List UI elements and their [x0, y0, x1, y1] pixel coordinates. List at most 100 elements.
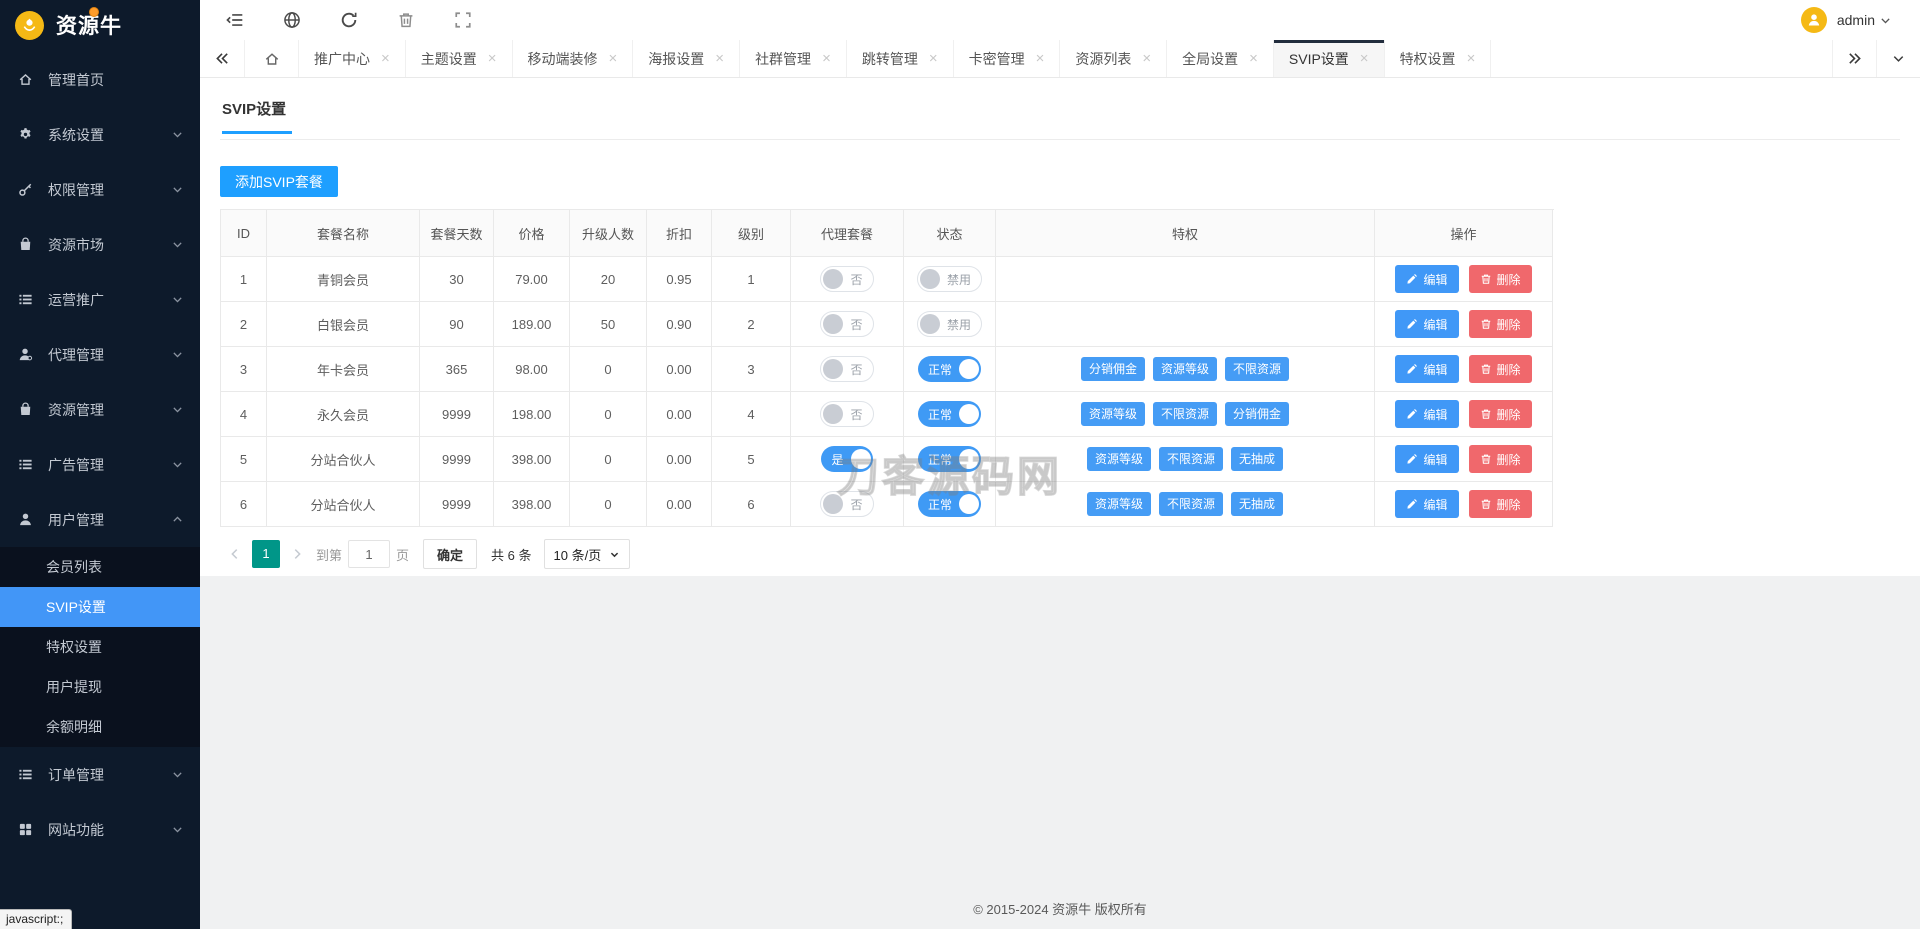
refresh-icon[interactable] [340, 11, 358, 29]
close-tab-icon[interactable]: × [1036, 51, 1045, 66]
tab-options-button[interactable] [1876, 40, 1920, 77]
close-tab-icon[interactable]: × [609, 51, 618, 66]
tab-卡密管理[interactable]: 卡密管理 × [954, 40, 1061, 77]
scroll-tabs-left-button[interactable] [200, 40, 245, 77]
sidebar-item-operation-promotion[interactable]: 运营推广 [0, 272, 200, 327]
fullscreen-icon[interactable] [454, 11, 472, 29]
close-tab-icon[interactable]: × [1467, 51, 1476, 66]
current-page-button[interactable]: 1 [252, 540, 280, 568]
close-tab-icon[interactable]: × [1360, 51, 1369, 66]
sidebar-item-system-settings[interactable]: 系统设置 [0, 107, 200, 162]
sidebar-subitem-balance-details[interactable]: 余额明细 [0, 707, 200, 747]
close-tab-icon[interactable]: × [381, 51, 390, 66]
goto-page-input[interactable] [348, 540, 391, 568]
cell-upgrade-count: 0 [570, 392, 647, 437]
sidebar-subitem-member-list[interactable]: 会员列表 [0, 547, 200, 587]
delete-button[interactable]: 删除 [1468, 490, 1532, 518]
edit-button[interactable]: 编辑 [1395, 400, 1459, 428]
sidebar-item-permission-management[interactable]: 权限管理 [0, 162, 200, 217]
panel-header: SVIP设置 [220, 78, 1900, 140]
close-tab-icon[interactable]: × [929, 51, 938, 66]
tab-跳转管理[interactable]: 跳转管理 × [847, 40, 954, 77]
cell-privileges: 资源等级 不限资源 无抽成 [996, 482, 1375, 527]
sidebar-item-admin-home[interactable]: 管理首页 [0, 52, 200, 107]
cell-agent-package: 否 [791, 392, 904, 437]
sidebar-subitem-svip-settings[interactable]: SVIP设置 [0, 587, 200, 627]
agent-package-toggle[interactable]: 否 [820, 266, 874, 292]
scroll-tabs-right-button[interactable] [1832, 40, 1876, 77]
status-toggle[interactable]: 禁用 [916, 311, 982, 337]
user-dropdown[interactable]: admin [1800, 7, 1920, 33]
tab-特权设置[interactable]: 特权设置 × [1385, 40, 1492, 77]
content-panel: SVIP设置 添加SVIP套餐 ID 套餐名称 套餐天数 价格 升级人数 折扣 级别 代理套餐… [200, 78, 1920, 576]
sidebar-item-label: 网站功能 [48, 821, 104, 838]
confirm-page-button[interactable]: 确定 [423, 539, 478, 569]
trash-icon [1481, 454, 1490, 464]
column-header: 套餐天数 [420, 210, 494, 257]
tab-社群管理[interactable]: 社群管理 × [740, 40, 847, 77]
prev-page-button[interactable] [222, 540, 248, 568]
privilege-tag: 无抽成 [1231, 447, 1284, 471]
cell-status: 正常 [904, 347, 996, 392]
status-toggle[interactable]: 正常 [917, 446, 981, 472]
home-icon [18, 72, 34, 88]
delete-button[interactable]: 删除 [1468, 445, 1532, 473]
close-tab-icon[interactable]: × [1142, 51, 1151, 66]
status-toggle[interactable]: 正常 [917, 401, 981, 427]
edit-button[interactable]: 编辑 [1395, 355, 1459, 383]
username: admin [1836, 12, 1875, 28]
sidebar-item-agent-management[interactable]: 代理管理 [0, 327, 200, 382]
tab-label: 社群管理 [755, 50, 812, 67]
close-tab-icon[interactable]: × [488, 51, 497, 66]
sidebar-item-ad-management[interactable]: 广告管理 [0, 437, 200, 492]
sidebar-item-resource-market[interactable]: 资源市场 [0, 217, 200, 272]
collapse-sidebar-icon[interactable] [226, 11, 244, 29]
close-tab-icon[interactable]: × [1249, 51, 1258, 66]
sidebar-item-resource-management[interactable]: 资源管理 [0, 382, 200, 437]
edit-button[interactable]: 编辑 [1395, 310, 1459, 338]
delete-button[interactable]: 删除 [1468, 310, 1532, 338]
status-toggle[interactable]: 禁用 [916, 266, 982, 292]
agent-package-toggle[interactable]: 否 [820, 356, 874, 382]
sidebar-item-label: 广告管理 [48, 456, 104, 473]
tab-资源列表[interactable]: 资源列表 × [1060, 40, 1168, 77]
tab-主题设置[interactable]: 主题设置 × [406, 40, 513, 77]
tab-海报设置[interactable]: 海报设置 × [633, 40, 741, 77]
status-toggle[interactable]: 正常 [917, 356, 981, 382]
delete-button[interactable]: 删除 [1468, 355, 1532, 383]
edit-button[interactable]: 编辑 [1395, 265, 1459, 293]
sidebar: 资源牛 管理首页系统设置权限管理 资源市场 运营推广 代理管理 资源管理广告管理用户管理… [0, 0, 200, 929]
agent-package-toggle[interactable]: 是 [821, 446, 873, 472]
sidebar-subitem-privilege-settings[interactable]: 特权设置 [0, 627, 200, 667]
agent-package-toggle[interactable]: 否 [820, 491, 874, 517]
language-globe-icon[interactable] [283, 11, 301, 29]
tab-移动端装修[interactable]: 移动端装修 × [513, 40, 634, 77]
sidebar-item-label: 系统设置 [48, 126, 104, 143]
close-tab-icon[interactable]: × [822, 51, 831, 66]
agent-package-toggle[interactable]: 否 [820, 311, 874, 337]
tab-SVIP设置[interactable]: SVIP设置 × [1273, 40, 1385, 77]
privilege-tag: 不限资源 [1225, 357, 1290, 381]
sidebar-item-user-management[interactable]: 用户管理 [0, 492, 200, 547]
bag-icon [18, 402, 34, 418]
trash-icon[interactable] [397, 11, 415, 29]
table-header-row: ID 套餐名称 套餐天数 价格 升级人数 折扣 级别 代理套餐 状态 特权 操作 [221, 210, 1554, 257]
home-tab[interactable] [245, 40, 299, 77]
sidebar-subitem-user-withdrawal[interactable]: 用户提现 [0, 667, 200, 707]
sidebar-item-site-features[interactable]: 网站功能 [0, 802, 200, 857]
sidebar-item-order-management[interactable]: 订单管理 [0, 747, 200, 802]
tab-全局设置[interactable]: 全局设置 × [1167, 40, 1274, 77]
add-svip-package-button[interactable]: 添加SVIP套餐 [220, 166, 338, 197]
tab-推广中心[interactable]: 推广中心 × [299, 40, 406, 77]
per-page-select[interactable]: 10 条/页 [543, 539, 631, 569]
agent-package-toggle[interactable]: 否 [820, 401, 874, 427]
edit-button[interactable]: 编辑 [1395, 490, 1459, 518]
status-toggle[interactable]: 正常 [917, 491, 981, 517]
edit-button[interactable]: 编辑 [1395, 445, 1459, 473]
cell-agent-package: 否 [791, 347, 904, 392]
next-page-button[interactable] [284, 540, 310, 568]
close-tab-icon[interactable]: × [715, 51, 724, 66]
brand-logo[interactable]: 资源牛 [0, 0, 200, 50]
delete-button[interactable]: 删除 [1468, 400, 1532, 428]
delete-button[interactable]: 删除 [1468, 265, 1532, 293]
